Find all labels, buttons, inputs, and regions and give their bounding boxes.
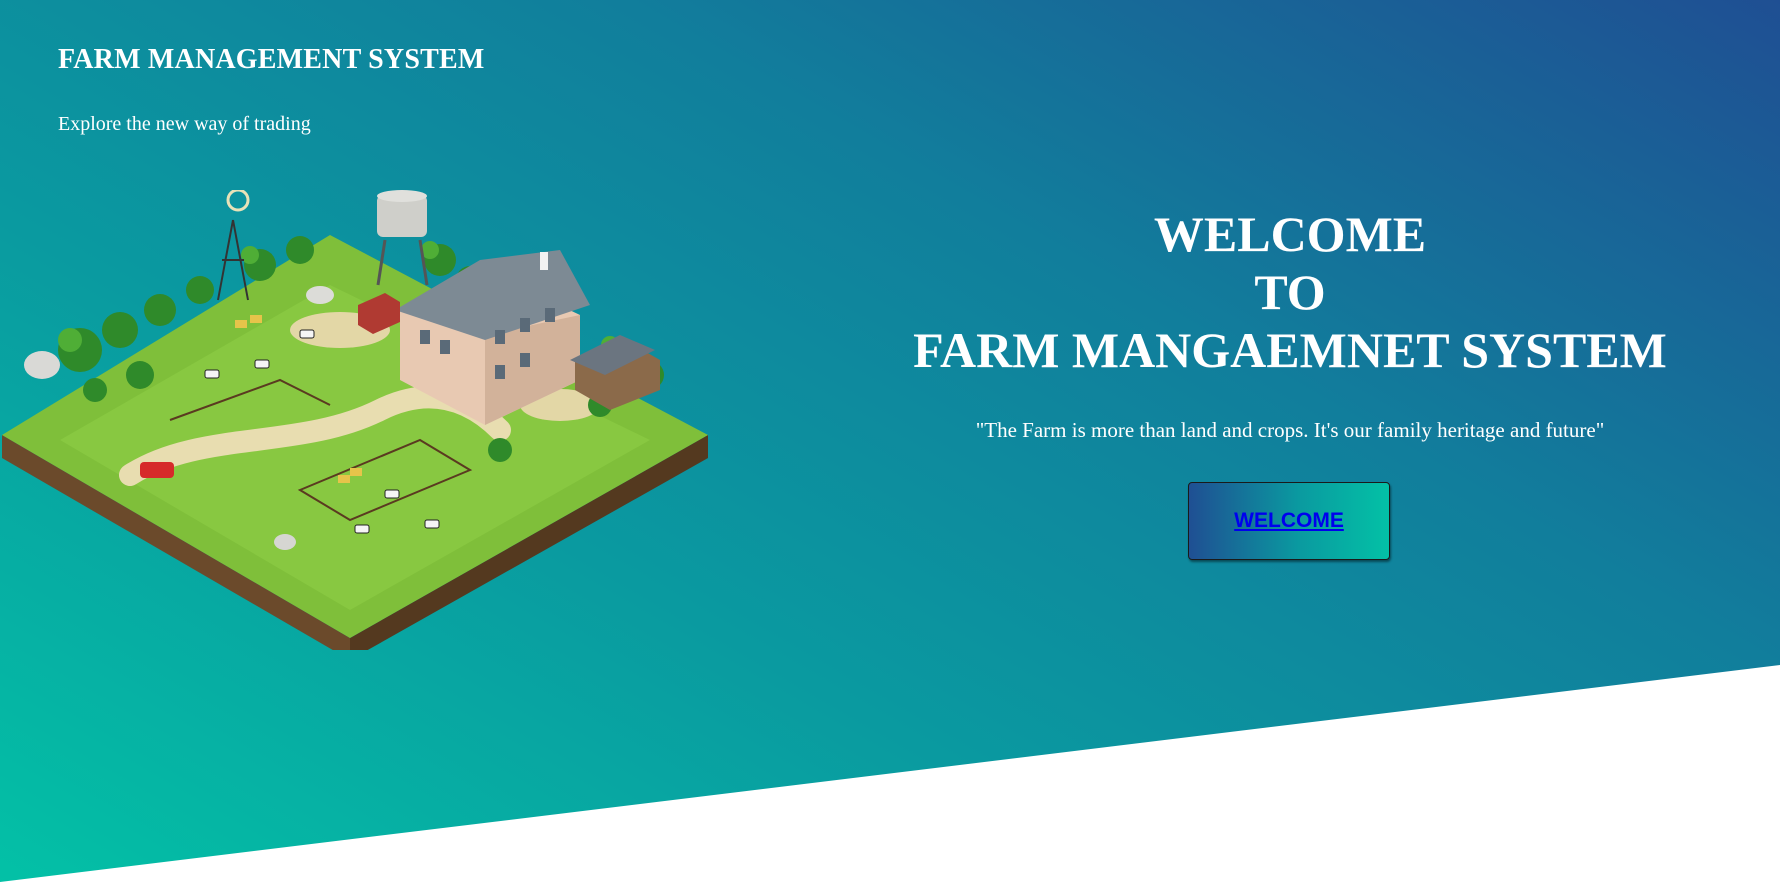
site-tagline: Explore the new way of trading — [58, 113, 311, 135]
welcome-link[interactable]: WELCOME — [1234, 509, 1344, 533]
farm-rock — [24, 351, 60, 379]
site-title: FARM MANAGEMENT SYSTEM — [58, 44, 485, 75]
farm-quote: "The Farm is more than land and crops. I… — [975, 418, 1605, 442]
welcome-heading: WELCOME TO FARM MANGAEMNET SYSTEM — [880, 205, 1700, 379]
welcome-line-1: WELCOME — [1153, 206, 1427, 262]
farm-rock-3 — [274, 534, 296, 550]
welcome-button[interactable]: WELCOME — [1188, 482, 1390, 560]
windmill — [217, 190, 250, 301]
isometric-farm-illustration — [2, 190, 708, 650]
welcome-line-3: FARM MANGAEMNET SYSTEM — [913, 322, 1667, 378]
red-car — [140, 462, 174, 478]
farm-rock-2 — [306, 286, 334, 304]
welcome-line-2: TO — [1254, 264, 1326, 320]
